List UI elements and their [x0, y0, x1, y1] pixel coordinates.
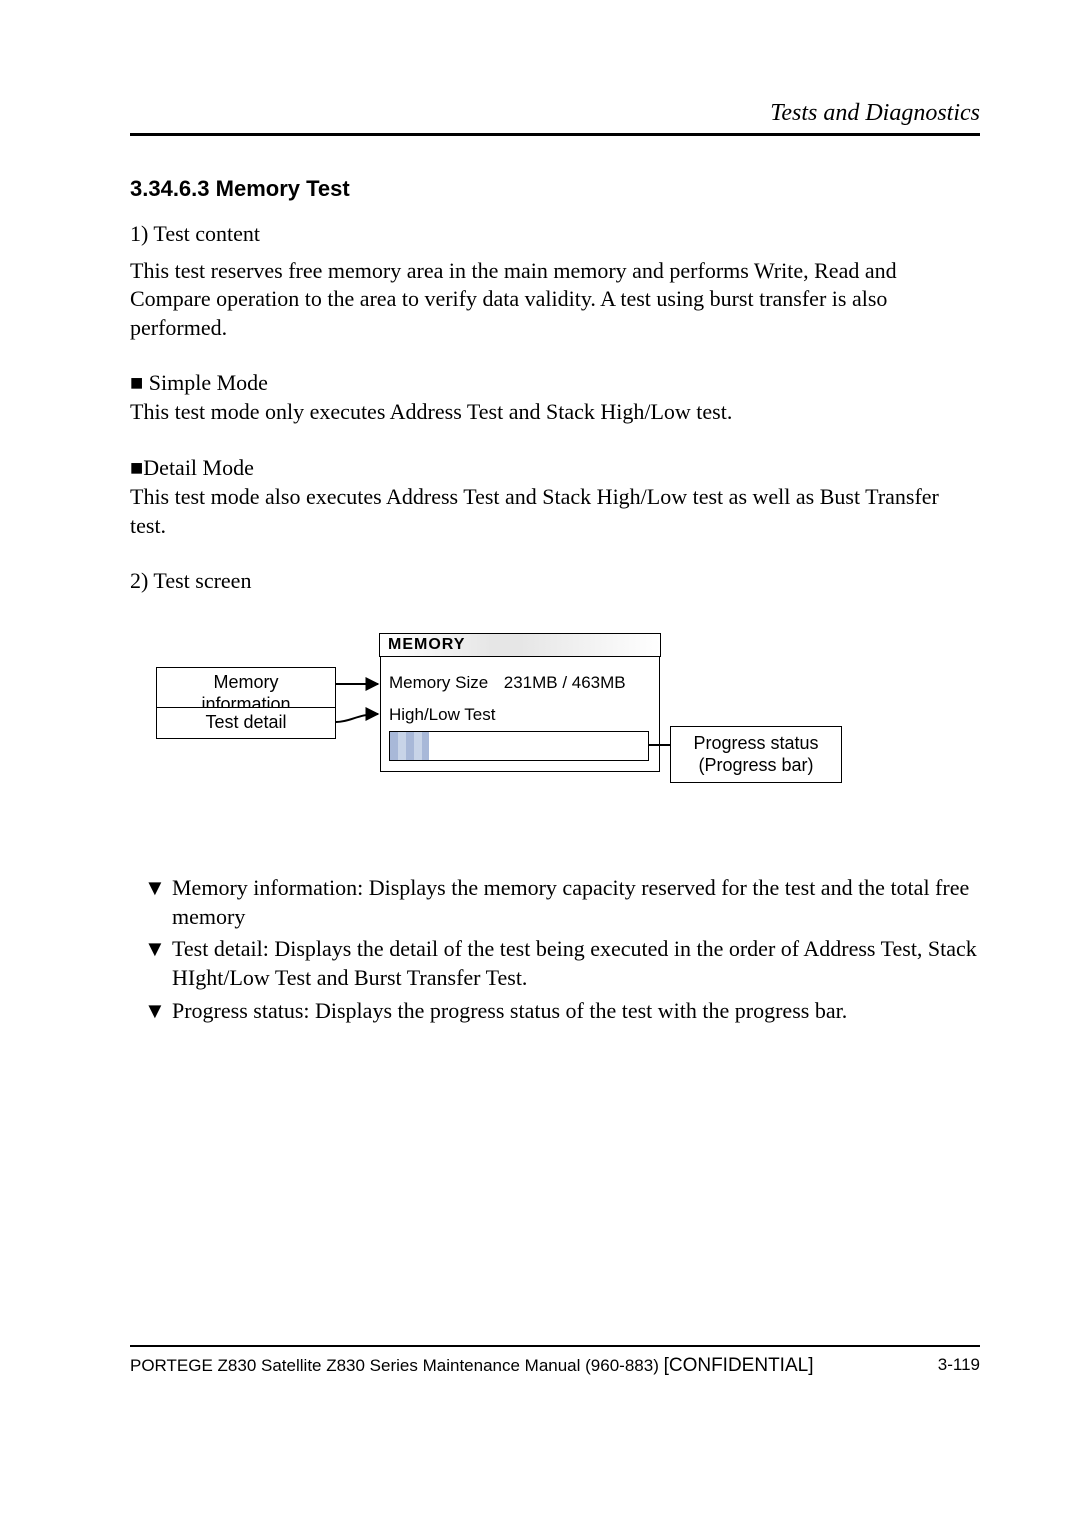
- header-rule: [130, 133, 980, 136]
- memory-size-value: 231MB / 463MB: [504, 673, 626, 692]
- memory-size-row: Memory Size 231MB / 463MB: [389, 673, 651, 693]
- test-content-label: 1) Test content: [130, 220, 980, 249]
- page-number: 3-119: [938, 1355, 980, 1377]
- list-item: ▼ Progress status: Displays the progress…: [144, 997, 980, 1026]
- callout-progress-status: Progress status (Progress bar): [670, 726, 842, 783]
- down-triangle-icon: ▼: [144, 997, 172, 1026]
- memory-panel: MEMORY Memory Size 231MB / 463MB High/Lo…: [380, 634, 660, 772]
- list-item: ▼ Test detail: Displays the detail of th…: [144, 935, 980, 992]
- memory-size-label: Memory Size: [389, 673, 499, 693]
- callout-progress-line1: Progress status: [693, 733, 818, 753]
- progress-fill: [390, 732, 429, 760]
- footer-left: PORTEGE Z830 Satellite Z830 Series Maint…: [130, 1355, 813, 1377]
- footer-rule: [130, 1345, 980, 1347]
- page-footer: PORTEGE Z830 Satellite Z830 Series Maint…: [130, 1345, 980, 1377]
- detail-mode-label: ■Detail Mode: [130, 455, 980, 481]
- list-item-text: Progress status: Displays the progress s…: [172, 997, 980, 1026]
- simple-mode-label: ■ Simple Mode: [130, 370, 980, 396]
- test-content-text: This test reserves free memory area in t…: [130, 257, 980, 343]
- test-screen-label: 2) Test screen: [130, 568, 980, 594]
- memory-test-diagram: Memory information Test detail Progress …: [140, 634, 880, 824]
- chapter-title: Tests and Diagnostics: [130, 100, 980, 127]
- highlow-test-label: High/Low Test: [389, 705, 651, 725]
- list-item: ▼ Memory information: Displays the memor…: [144, 874, 980, 931]
- progress-bar: [389, 731, 649, 761]
- footer-manual-name: PORTEGE Z830 Satellite Z830 Series Maint…: [130, 1356, 664, 1375]
- detail-mode-text: This test mode also executes Address Tes…: [130, 483, 980, 540]
- memory-panel-title: MEMORY: [379, 633, 661, 657]
- callout-progress-line2: (Progress bar): [698, 755, 813, 775]
- description-list: ▼ Memory information: Displays the memor…: [144, 874, 980, 1025]
- section-heading: 3.34.6.3 Memory Test: [130, 176, 980, 202]
- footer-confidential: [CONFIDENTIAL]: [664, 1355, 814, 1376]
- list-item-text: Test detail: Displays the detail of the …: [172, 935, 980, 992]
- down-triangle-icon: ▼: [144, 874, 172, 931]
- list-item-text: Memory information: Displays the memory …: [172, 874, 980, 931]
- down-triangle-icon: ▼: [144, 935, 172, 992]
- callout-test-detail: Test detail: [156, 707, 336, 739]
- simple-mode-text: This test mode only executes Address Tes…: [130, 398, 980, 427]
